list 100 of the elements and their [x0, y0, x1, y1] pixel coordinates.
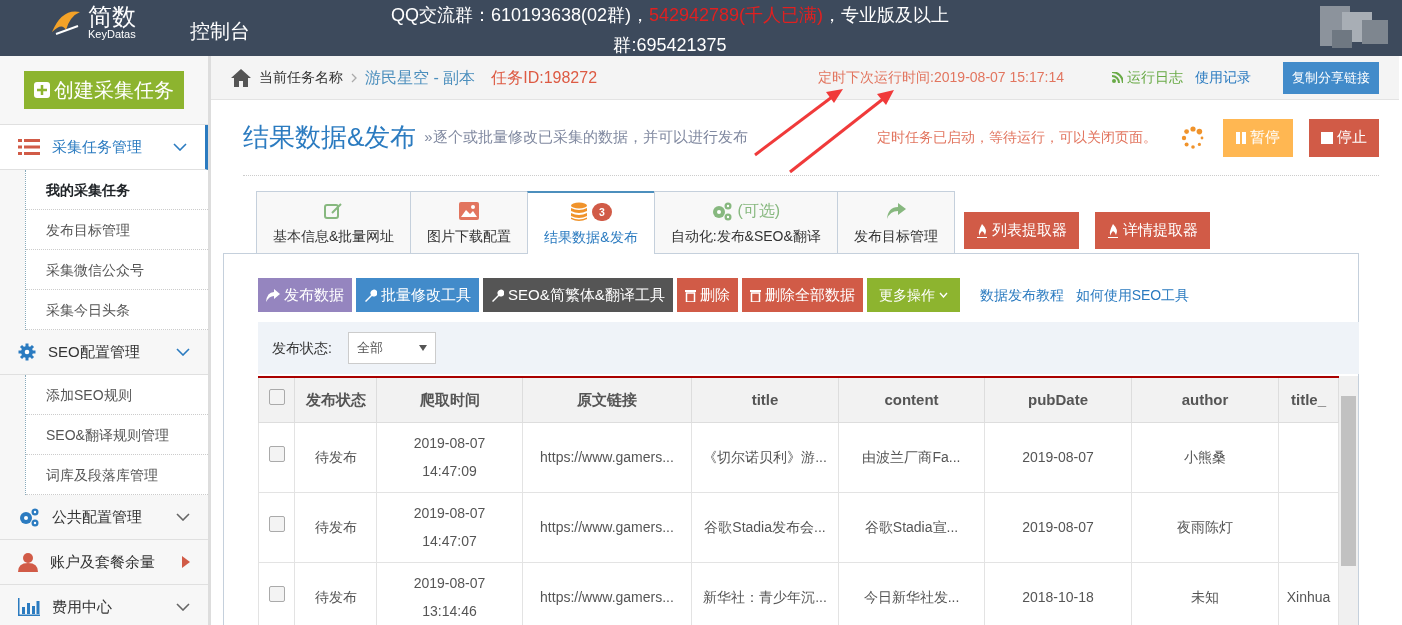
flame-icon [1106, 223, 1119, 238]
sidebar-group[interactable]: 采集任务管理 [0, 125, 208, 170]
extractor-button[interactable]: 列表提取器 [963, 212, 1079, 249]
breadcrumb-label: 当前任务名称 [259, 68, 343, 87]
stop-icon [1321, 131, 1333, 144]
wrench-icon [491, 288, 504, 302]
stop-button[interactable]: 停止 [1309, 118, 1379, 157]
tab[interactable]: (可选) 自动化:发布&SEO&翻译 [653, 191, 838, 253]
table-cell: 今日新华社发... [863, 588, 960, 605]
group-label: 公共配置管理 [52, 506, 143, 527]
tab[interactable]: 图片下载配置 [410, 191, 529, 253]
notice-text: QQ交流群：610193638(02群)，542942789(千人已满)，专业版及以上群:695421375 [389, 4, 951, 57]
create-task-button[interactable]: 创建采集任务 [24, 71, 184, 109]
tab-label: 结果数据&发布 [544, 228, 638, 247]
table-cell-text: 2019-08-07 14:47:09 [412, 434, 487, 481]
table-cell: 谷歌Stadia发布会... [704, 518, 826, 535]
column-header: title_ [1278, 377, 1339, 422]
extractor-button[interactable]: 详情提取器 [1094, 212, 1210, 249]
filter-label: 发布状态: [272, 338, 332, 358]
gear-icon [18, 343, 36, 361]
column-header: 原文链接 [522, 377, 692, 422]
tab-label: 图片下载配置 [427, 227, 512, 246]
task-status-text: 定时任务已启动，等待运行，可以关闭页面。 [877, 128, 1157, 147]
column-header: 发布状态 [294, 377, 377, 422]
tab-label: 发布目标管理 [853, 227, 938, 246]
count-badge: 3 [592, 203, 612, 221]
sidebar-item[interactable]: 我的采集任务 [26, 170, 208, 210]
toolbar-button[interactable]: 更多操作 [866, 278, 960, 312]
toolbar-button[interactable]: SEO&简繁体&翻译工具 [483, 278, 673, 312]
caret-down-icon [418, 345, 427, 351]
chevron-down-icon [176, 513, 190, 521]
table-cell: 新华社：青少年沉... [703, 588, 827, 605]
group-label: 采集任务管理 [52, 136, 143, 157]
column-header: author [1131, 377, 1279, 422]
page-subtitle: »逐个或批量修改已采集的数据，并可以进行发布 [424, 127, 748, 148]
row-checkbox[interactable] [268, 516, 285, 532]
user-icon [18, 552, 38, 572]
share-arrow-icon [885, 202, 906, 220]
chevron-right-icon [351, 72, 357, 83]
table-cell: Xinhua [1286, 588, 1331, 605]
table-cell: 未知 [1191, 588, 1219, 605]
toolbar-button[interactable]: 批量修改工具 [356, 278, 479, 312]
table-cell-text: 2019-08-07 13:14:46 [412, 574, 487, 621]
table-cell: 待发布 [314, 588, 357, 605]
sidebar-item[interactable]: 发布目标管理 [26, 210, 208, 250]
toolbar-button[interactable]: 删除 [676, 278, 738, 312]
chevron-down-icon [176, 348, 190, 356]
sidebar-item[interactable]: SEO&翻译规则管理 [26, 415, 208, 455]
trash-icon [684, 288, 696, 302]
table-cell: 待发布 [314, 518, 357, 535]
row-checkbox[interactable] [268, 586, 285, 602]
help-link[interactable]: 如何使用SEO工具 [1075, 284, 1190, 306]
chevron-down-icon [176, 603, 190, 611]
group-label: SEO配置管理 [48, 341, 141, 362]
caret-down-icon [938, 292, 948, 298]
table-cell: 谷歌Stadia宣... [864, 518, 959, 535]
row-checkbox[interactable] [268, 446, 285, 462]
column-header: content [838, 377, 985, 422]
help-link[interactable]: 数据发布教程 [979, 284, 1064, 306]
gears-icon [711, 201, 734, 221]
table-cell: https://www.gamers... [540, 448, 674, 465]
tab[interactable]: 3 结果数据&发布 [527, 191, 655, 254]
table-cell: 小熊桑 [1184, 448, 1226, 465]
task-name-link[interactable]: 游民星空 - 副本 [365, 65, 476, 90]
status-select[interactable]: 全部 [347, 332, 436, 364]
copy-share-link-button[interactable]: 复制分享链接 [1283, 61, 1379, 94]
bar-chart-icon [18, 598, 40, 616]
table-cell: https://www.gamers... [540, 518, 674, 535]
tab[interactable]: 基本信息&批量网址 [256, 191, 412, 253]
home-icon [231, 68, 251, 87]
chevron-down-icon [173, 143, 187, 151]
logo-text: 简数 [88, 4, 136, 29]
toolbar-button[interactable]: 删除全部数据 [741, 278, 863, 312]
share-arrow-icon [266, 288, 280, 302]
flame-icon [975, 223, 988, 238]
table-cell: 2018-10-18 [1022, 588, 1094, 605]
usage-link[interactable]: 使用记录 [1195, 67, 1251, 88]
table-cell: 待发布 [314, 448, 357, 465]
loading-spinner-icon [1181, 125, 1205, 150]
table-cell: 由波兰厂商Fa... [862, 448, 961, 465]
sidebar-item[interactable]: 采集微信公众号 [26, 250, 208, 290]
next-run-time: 定时下次运行时间:2019-08-07 15:17:14 [818, 68, 1064, 87]
column-header: pubDate [984, 377, 1132, 422]
plus-icon [34, 82, 50, 98]
logo-subtext: KeyDatas [88, 28, 136, 40]
sidebar-item[interactable]: 添加SEO规则 [26, 375, 208, 415]
select-all-checkbox[interactable] [268, 388, 285, 405]
image-icon [459, 202, 480, 220]
column-header: title [691, 377, 839, 422]
table-cell: 2019-08-07 [1022, 448, 1094, 465]
tab-label: 自动化:发布&SEO&翻译 [670, 227, 821, 246]
table-cell-text: 2019-08-07 14:47:07 [412, 504, 487, 551]
toolbar-button[interactable]: 发布数据 [258, 278, 352, 312]
run-log-link[interactable]: 运行日志 [1112, 67, 1183, 88]
gears-icon [18, 507, 40, 527]
group-label: 费用中心 [52, 596, 113, 617]
caret-right-icon [182, 556, 190, 568]
wrench-icon [364, 288, 377, 302]
tab[interactable]: 发布目标管理 [836, 191, 955, 253]
database-icon [570, 202, 589, 222]
